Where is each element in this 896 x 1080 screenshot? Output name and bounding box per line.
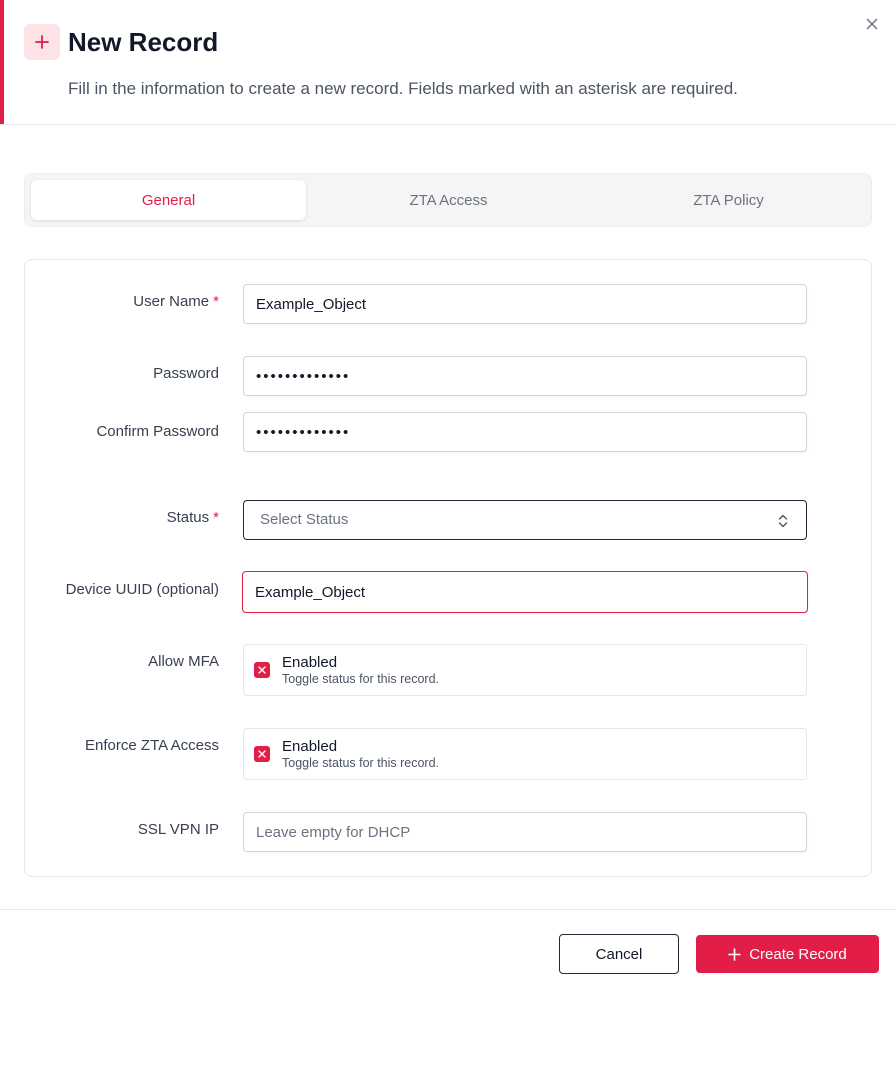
create-record-button[interactable]: Create Record [696, 935, 879, 973]
device-uuid-label: Device UUID (optional) [65, 581, 219, 598]
ssl-vpn-ip-input[interactable] [243, 812, 807, 852]
plus-icon [24, 24, 60, 60]
required-marker: * [213, 509, 219, 526]
status-label: Status * [166, 509, 219, 526]
allow-mfa-description: Toggle status for this record. [282, 672, 440, 686]
allow-mfa-label: Allow MFA [148, 653, 219, 670]
user-name-input[interactable] [243, 284, 807, 324]
enforce-zta-description: Toggle status for this record. [282, 756, 440, 770]
enforce-zta-toggle: Enabled Toggle status for this record. [243, 728, 807, 780]
password-label: Password [153, 365, 219, 382]
confirm-password-label: Confirm Password [96, 423, 219, 440]
status-placeholder: Select Status [260, 511, 349, 528]
dialog-title: New Record [68, 27, 219, 57]
dialog-subtitle: Fill in the information to create a new … [68, 79, 738, 98]
allow-mfa-toggle: Enabled Toggle status for this record. [243, 644, 807, 696]
enforce-zta-checkbox[interactable] [254, 746, 270, 762]
plus-icon [728, 947, 742, 961]
x-icon [258, 750, 266, 758]
device-uuid-input[interactable] [242, 571, 808, 613]
chevron-up-down-icon [776, 513, 790, 529]
required-marker: * [213, 293, 219, 310]
confirm-password-input[interactable] [243, 412, 807, 452]
dialog-header: New Record Fill in the information to cr… [0, 0, 896, 125]
cancel-button[interactable]: Cancel [559, 934, 679, 974]
form-card [24, 259, 872, 877]
enforce-zta-title: Enabled [282, 738, 338, 755]
create-record-label: Create Record [749, 945, 847, 963]
tab-bar: General ZTA Access ZTA Policy [24, 173, 872, 227]
close-icon[interactable] [862, 14, 882, 34]
header-accent-bar [0, 0, 4, 124]
allow-mfa-title: Enabled [282, 654, 338, 671]
password-input[interactable] [243, 356, 807, 396]
enforce-zta-label: Enforce ZTA Access [85, 737, 219, 754]
allow-mfa-checkbox[interactable] [254, 662, 270, 678]
tab-zta-policy[interactable]: ZTA Policy [591, 180, 866, 220]
tab-general[interactable]: General [31, 180, 306, 220]
x-icon [258, 666, 266, 674]
tab-zta-access[interactable]: ZTA Access [311, 180, 586, 220]
ssl-vpn-ip-label: SSL VPN IP [137, 821, 219, 838]
status-select[interactable]: Select Status [243, 500, 807, 540]
user-name-label: User Name * [133, 293, 219, 310]
